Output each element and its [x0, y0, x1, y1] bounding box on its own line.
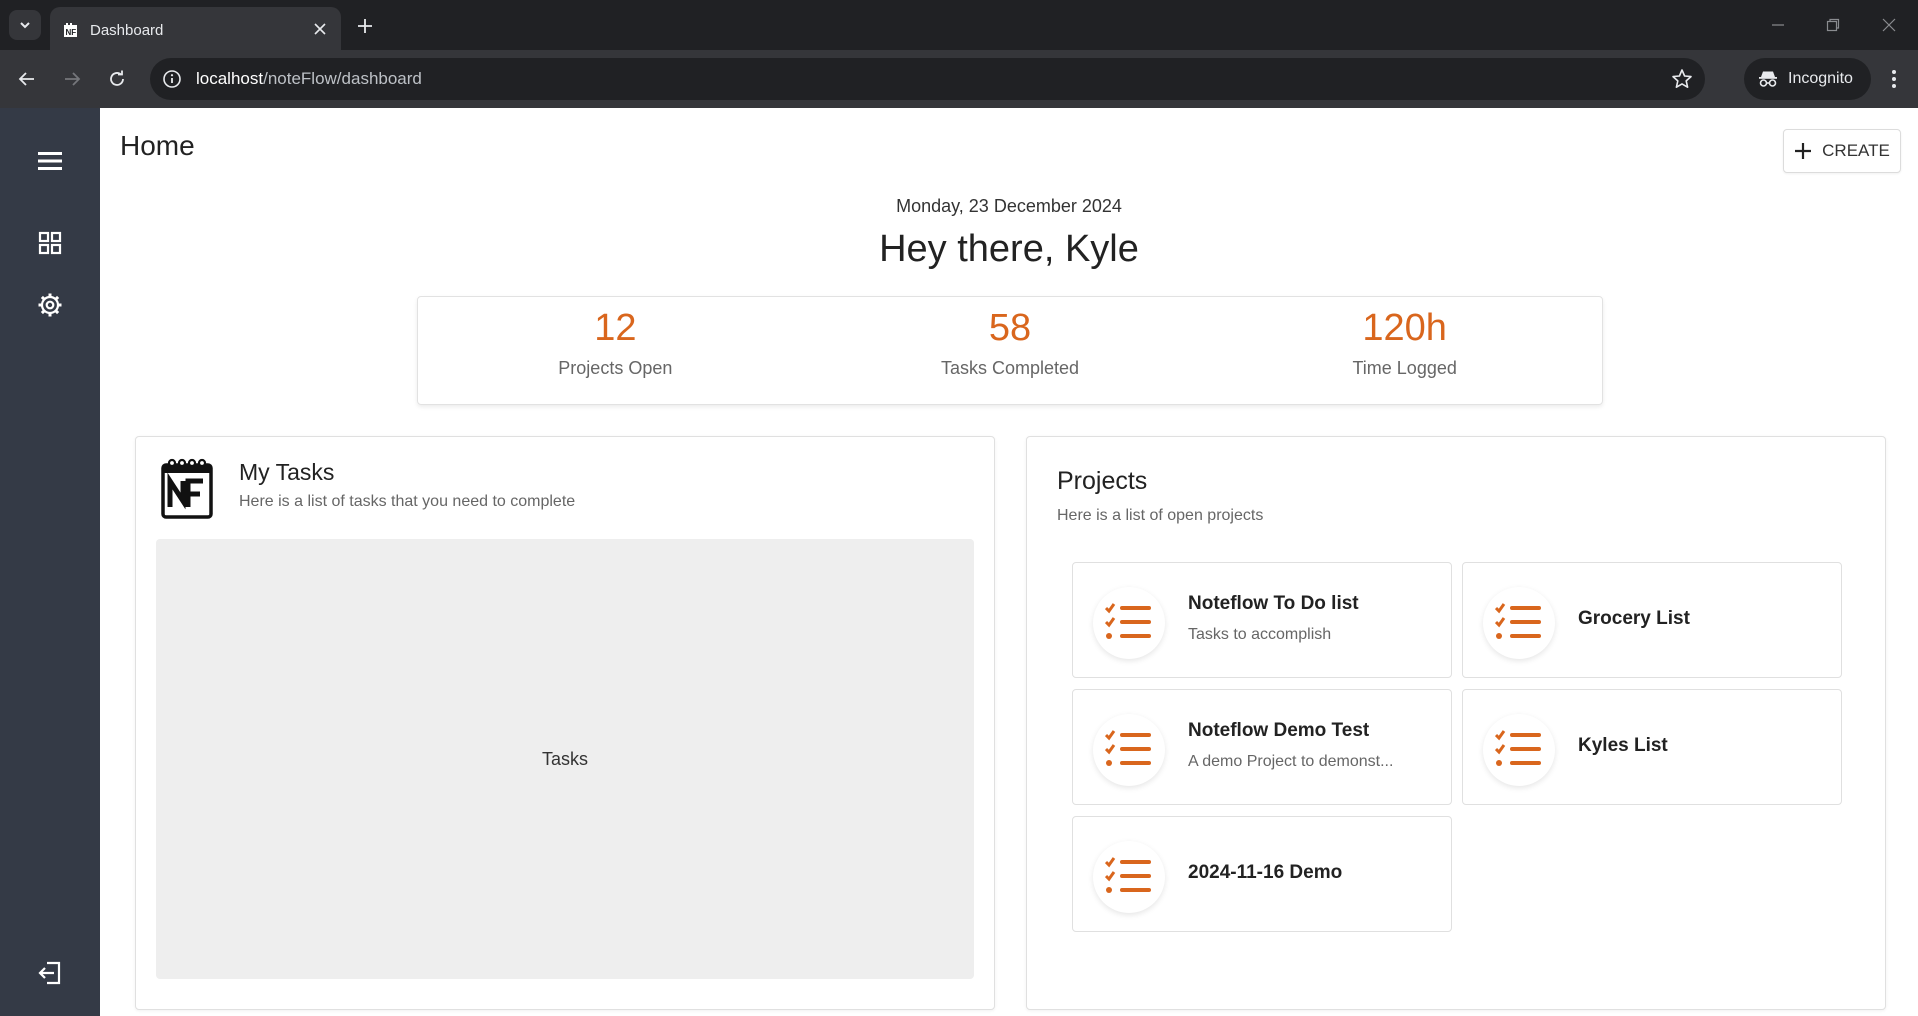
create-button[interactable]: CREATE: [1783, 129, 1901, 173]
project-description: A demo Project to demonst...: [1188, 753, 1394, 770]
url-path: /noteFlow/dashboard: [263, 69, 422, 88]
url-text: localhost/noteFlow/dashboard: [196, 69, 422, 89]
url-host: localhost: [196, 69, 264, 88]
settings-gear-icon: [38, 293, 62, 317]
checklist-icon: [1105, 603, 1151, 639]
menu-icon: [38, 152, 62, 170]
project-card[interactable]: Kyles List: [1462, 689, 1842, 805]
noteflow-favicon-icon: NF: [64, 23, 77, 37]
info-icon: [163, 70, 181, 88]
stat-label: Time Logged: [1352, 358, 1457, 378]
stat-label: Tasks Completed: [940, 358, 1080, 378]
stat-value: 12: [594, 307, 637, 349]
checklist-icon-badge: [1483, 587, 1555, 659]
project-card[interactable]: Noteflow Demo Test A demo Project to dem…: [1072, 689, 1452, 805]
project-card[interactable]: Noteflow To Do list Tasks to accomplish: [1072, 562, 1452, 678]
project-name: Noteflow Demo Test: [1188, 720, 1370, 741]
forward-button[interactable]: [56, 63, 88, 95]
close-icon: [314, 23, 326, 35]
my-tasks-subtitle: Here is a list of tasks that you need to…: [239, 493, 576, 510]
project-name: Grocery List: [1578, 608, 1690, 629]
checklist-icon: [1495, 730, 1541, 766]
stat-value: 120h: [1362, 307, 1447, 349]
dashboard-grid-icon: [38, 231, 62, 255]
active-tab[interactable]: NF Dashboard: [50, 7, 341, 50]
my-tasks-title: My Tasks: [239, 459, 335, 485]
tasks-placeholder-label: Tasks: [541, 748, 588, 769]
projects-card: Projects Here is a list of open projects…: [1026, 436, 1886, 1010]
sidebar-item-dashboard[interactable]: [33, 226, 67, 260]
project-name: 2024-11-16 Demo: [1188, 862, 1343, 883]
incognito-indicator[interactable]: Incognito: [1744, 58, 1871, 100]
close-icon: [1882, 18, 1896, 32]
svg-text:NF: NF: [66, 28, 77, 37]
current-date: Monday, 23 December 2024: [896, 196, 1122, 216]
restore-button[interactable]: [1818, 12, 1848, 38]
checklist-icon-badge: [1093, 841, 1165, 913]
incognito-label: Incognito: [1788, 70, 1853, 87]
back-button[interactable]: [11, 63, 43, 95]
new-tab-button[interactable]: [352, 13, 378, 39]
project-card[interactable]: Grocery List: [1462, 562, 1842, 678]
reload-icon: [110, 70, 124, 86]
chevron-down-icon: [20, 22, 30, 29]
checklist-icon-badge: [1093, 714, 1165, 786]
browser-menu-button[interactable]: [1880, 63, 1908, 95]
tab-close-button[interactable]: [309, 18, 331, 40]
noteflow-logo-icon: [161, 458, 213, 519]
create-button-label: CREATE: [1822, 141, 1890, 160]
tab-search-button[interactable]: [9, 10, 41, 40]
browser-tab-bar: NF Dashboard: [0, 0, 1918, 50]
my-tasks-card: My Tasks Here is a list of tasks that yo…: [135, 436, 995, 1010]
checklist-icon-badge: [1093, 587, 1165, 659]
address-bar[interactable]: localhost/noteFlow/dashboard: [150, 58, 1705, 100]
app-sidebar: [0, 108, 100, 1016]
browser-toolbar: localhost/noteFlow/dashboard Incognito: [0, 50, 1918, 108]
greeting: Hey there, Kyle: [879, 228, 1139, 270]
sidebar-item-logout[interactable]: [33, 956, 67, 990]
project-card[interactable]: 2024-11-16 Demo: [1072, 816, 1452, 932]
minimize-icon: [1772, 24, 1784, 26]
stats-summary: 12 Projects Open 58 Tasks Completed 120h…: [417, 296, 1603, 405]
project-description: Tasks to accomplish: [1188, 626, 1332, 643]
more-vertical-icon: [1892, 70, 1896, 88]
main-content: Home CREATE Monday, 23 December 2024 Hey…: [100, 108, 1918, 1016]
checklist-icon: [1495, 603, 1541, 639]
logout-icon: [38, 961, 61, 985]
restore-icon: [1826, 18, 1840, 32]
tab-title: Dashboard: [90, 22, 164, 39]
checklist-icon: [1105, 857, 1151, 893]
stat-time-logged: 120h Time Logged: [1207, 297, 1602, 404]
arrow-left-icon: [18, 72, 34, 86]
project-name: Kyles List: [1578, 735, 1668, 756]
stat-tasks-completed: 58 Tasks Completed: [813, 297, 1208, 404]
stat-projects-open: 12 Projects Open: [418, 297, 813, 404]
window-close-button[interactable]: [1874, 12, 1904, 38]
sidebar-menu-toggle[interactable]: [33, 144, 67, 178]
plus-icon: [358, 19, 372, 33]
plus-icon: [1795, 143, 1812, 159]
stat-value: 58: [988, 307, 1032, 349]
checklist-icon: [1105, 730, 1151, 766]
checklist-icon-badge: [1483, 714, 1555, 786]
projects-subtitle: Here is a list of open projects: [1057, 507, 1264, 524]
page-title: Home: [120, 130, 195, 161]
bookmark-star-icon[interactable]: [1671, 68, 1693, 90]
sidebar-item-settings[interactable]: [33, 288, 67, 322]
projects-title: Projects: [1057, 467, 1148, 495]
tasks-placeholder: Tasks: [156, 539, 974, 979]
incognito-icon: [1759, 71, 1777, 87]
reload-button[interactable]: [101, 63, 133, 95]
minimize-button[interactable]: [1763, 12, 1793, 38]
stat-label: Projects Open: [558, 358, 673, 378]
project-name: Noteflow To Do list: [1188, 593, 1359, 614]
arrow-right-icon: [65, 72, 81, 86]
